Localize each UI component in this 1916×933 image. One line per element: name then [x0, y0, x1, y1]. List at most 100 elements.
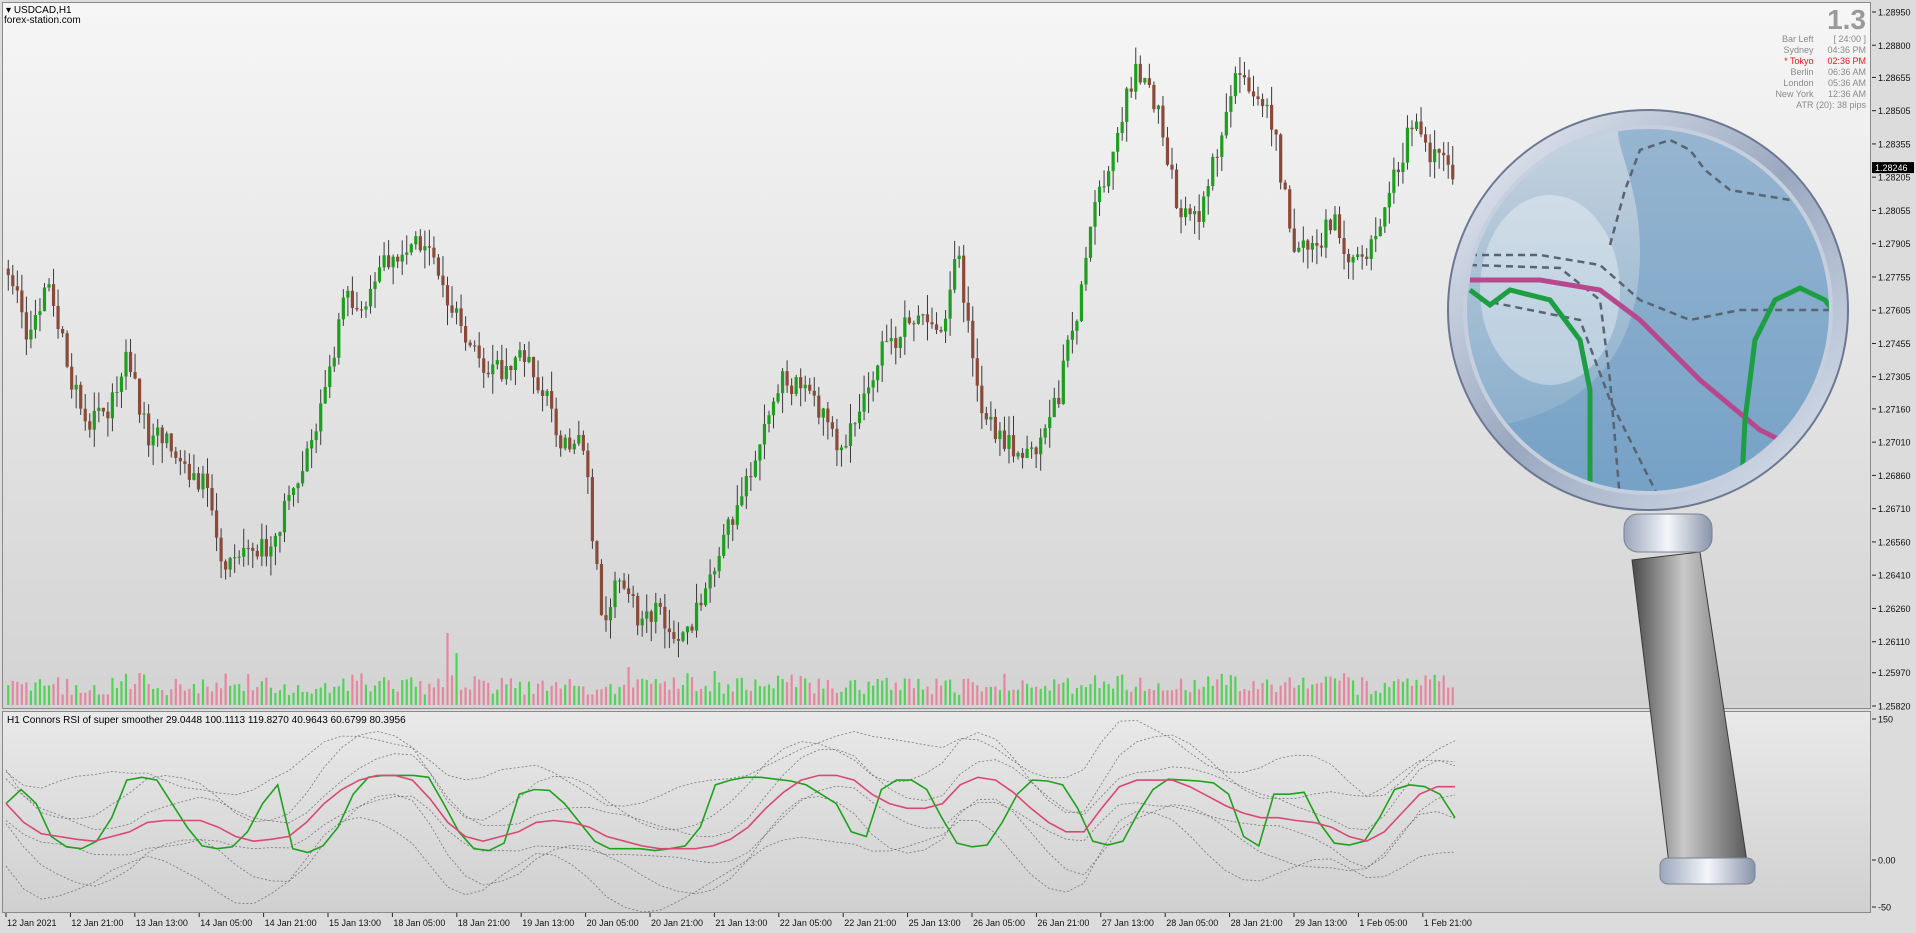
candle-body	[1116, 132, 1120, 152]
candle-body	[273, 535, 278, 547]
candle-body	[115, 392, 119, 394]
candle-body	[744, 476, 748, 497]
candle-body	[871, 380, 875, 388]
candle-body	[1043, 428, 1047, 438]
candle-body	[477, 345, 481, 359]
time-tick-label: 27 Jan 13:00	[1102, 918, 1154, 928]
big-value: 1.3	[1827, 4, 1866, 35]
info-panel: 1.3 Bar Left[ 24:00 ] Sydney 04:36 PM * T…	[1666, 6, 1866, 111]
candle-body	[1414, 121, 1419, 130]
candle-body	[790, 385, 794, 395]
candle-body	[1084, 257, 1088, 285]
price-tick-label: 1.26860	[1878, 471, 1911, 481]
candle-body	[1039, 437, 1043, 455]
candle-body	[423, 246, 427, 251]
candle-body	[47, 284, 51, 288]
time-tick-label: 28 Jan 05:00	[1166, 918, 1218, 928]
candle-body	[617, 580, 622, 582]
time-tick-label: 18 Jan 05:00	[393, 918, 445, 928]
candle-body	[581, 434, 585, 451]
candle-body	[568, 437, 572, 450]
price-tick-label: 1.26110	[1878, 637, 1910, 647]
candle-body	[608, 607, 613, 621]
candle-body	[572, 443, 576, 450]
candle-body	[1125, 88, 1129, 123]
candle-body	[310, 440, 314, 449]
magnifier-handle-cap	[1659, 857, 1756, 885]
candle-body	[1174, 169, 1179, 209]
indicator-tick-label: -50	[1878, 903, 1891, 913]
candle-body	[6, 268, 10, 276]
candle-body	[1202, 196, 1206, 222]
candle-body	[1270, 104, 1274, 130]
candle-body	[808, 384, 812, 391]
candle-body	[1428, 142, 1432, 163]
candle-body	[341, 297, 345, 320]
candle-body	[214, 510, 219, 538]
price-tick-label: 1.27605	[1878, 306, 1911, 316]
candle-body	[459, 308, 463, 327]
price-tick-label: 1.25820	[1878, 702, 1911, 712]
chart-window: 1.28950 1.28800 1.28655 1.28505 1.28355 1.282…	[0, 0, 1916, 933]
candle-body	[894, 338, 898, 349]
candle-body	[708, 574, 712, 589]
candle-body	[24, 312, 28, 340]
candle-body	[726, 519, 730, 535]
candle-body	[550, 391, 554, 409]
time-tick-label: 13 Jan 13:00	[136, 918, 188, 928]
candle-body	[676, 638, 681, 641]
candle-body	[142, 413, 146, 415]
price-tick-label: 1.28655	[1878, 73, 1911, 83]
candle-body	[251, 547, 255, 551]
candle-body	[848, 423, 853, 446]
time-tick-label: 28 Jan 21:00	[1231, 918, 1283, 928]
candle-body	[1446, 155, 1450, 165]
candle-body	[101, 407, 105, 412]
candle-body	[178, 457, 182, 462]
candle-body	[577, 434, 581, 444]
candle-body	[165, 433, 169, 444]
candle-body	[1310, 243, 1314, 250]
candle-body	[921, 314, 925, 316]
candle-body	[1165, 137, 1170, 165]
candle-body	[183, 461, 187, 464]
candle-body	[282, 500, 287, 533]
candle-body	[776, 393, 780, 402]
candle-body	[65, 333, 69, 367]
indicator-tick-label: 150	[1878, 715, 1893, 725]
candle-body	[599, 564, 604, 616]
candle-body	[97, 407, 101, 411]
candle-body	[817, 395, 821, 418]
candle-body	[409, 244, 413, 253]
candle-body	[1292, 228, 1296, 252]
candle-body	[355, 307, 359, 310]
candle-body	[405, 252, 409, 255]
candle-body	[1106, 171, 1111, 187]
candle-body	[1111, 151, 1115, 172]
candle-body	[1396, 169, 1400, 173]
candle-body	[563, 437, 567, 449]
candle-body	[645, 611, 649, 619]
candle-body	[993, 416, 997, 440]
candle-body	[912, 323, 916, 325]
candle-body	[119, 376, 124, 393]
chart-svg: 1.28950 1.28800 1.28655 1.28505 1.28355 1.282…	[5, 8, 1914, 928]
candle-body	[486, 372, 490, 375]
candle-body	[604, 615, 608, 621]
indicator-label: H1 Connors RSI of super smoother 29.0448…	[7, 715, 406, 726]
candle-body	[300, 471, 305, 484]
candle-body	[1437, 149, 1441, 153]
candle-body	[350, 290, 355, 308]
time-tick-label: 25 Jan 13:00	[909, 918, 961, 928]
candle-body	[1346, 254, 1351, 263]
candle-body	[1410, 127, 1414, 130]
candle-body	[898, 336, 902, 349]
candle-body	[427, 246, 431, 248]
candle-body	[1007, 435, 1011, 449]
candle-body	[522, 350, 527, 363]
candle-body	[328, 366, 332, 388]
candle-body	[1197, 211, 1201, 222]
time-tick-label: 18 Jan 21:00	[458, 918, 510, 928]
candle-body	[649, 611, 653, 622]
indicator-band	[5, 785, 1456, 868]
